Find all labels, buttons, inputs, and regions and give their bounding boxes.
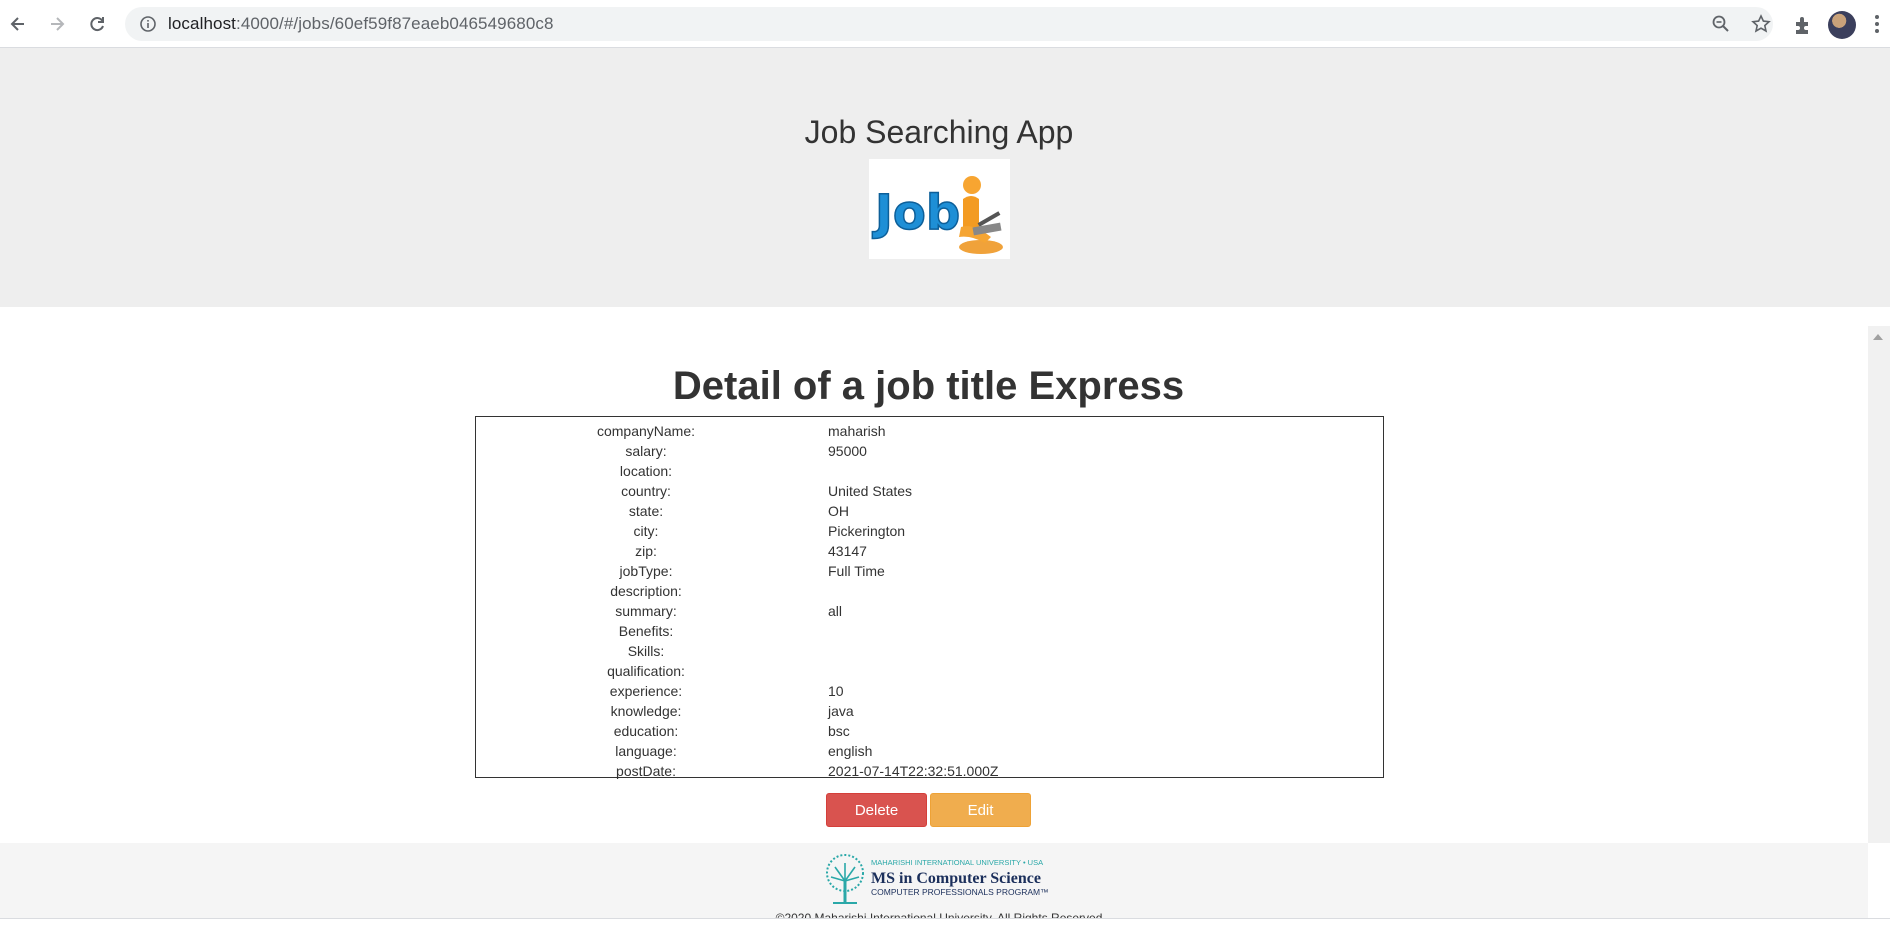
- detail-label: qualification:: [607, 663, 685, 679]
- more-menu-icon[interactable]: [1874, 13, 1880, 35]
- detail-row: experience: 10: [476, 681, 1383, 701]
- page-title: Detail of a job title Express: [672, 364, 1185, 408]
- url-host: localhost: [168, 14, 236, 33]
- detail-row: companyName: maharish: [476, 421, 1383, 441]
- page-scrollbar[interactable]: [1868, 326, 1890, 843]
- detail-label: knowledge:: [610, 703, 682, 719]
- scroll-up-arrow-icon[interactable]: [1873, 334, 1883, 340]
- reload-button[interactable]: [83, 10, 111, 38]
- footer: MAHARISHI INTERNATIONAL UNIVERSITY • USA…: [0, 843, 1868, 928]
- detail-row: state: OH: [476, 501, 1383, 521]
- detail-label: jobType:: [619, 563, 673, 579]
- detail-row: country: United States: [476, 481, 1383, 501]
- detail-label: description:: [610, 583, 682, 599]
- detail-label: Skills:: [627, 643, 665, 659]
- detail-value: maharish: [828, 423, 886, 439]
- detail-value: Full Time: [828, 563, 885, 579]
- detail-label: education:: [613, 723, 679, 739]
- detail-row: location:: [476, 461, 1383, 481]
- detail-label: salary:: [625, 443, 667, 459]
- detail-value: OH: [828, 503, 849, 519]
- reload-icon: [90, 17, 104, 32]
- detail-row: city: Pickerington: [476, 521, 1383, 541]
- bookmark-star-icon[interactable]: [1751, 14, 1771, 34]
- app-title: Job Searching App: [804, 114, 1074, 150]
- forward-button[interactable]: [43, 10, 71, 38]
- detail-row: summary: all: [476, 601, 1383, 621]
- profile-avatar[interactable]: [1828, 11, 1856, 39]
- svg-text:MS in Computer Science: MS in Computer Science: [871, 870, 1041, 887]
- detail-label: country:: [621, 483, 671, 499]
- miu-logo: MAHARISHI INTERNATIONAL UNIVERSITY • USA…: [826, 854, 1049, 904]
- delete-button[interactable]: Delete: [826, 793, 927, 827]
- job-logo-icon: Job: [871, 176, 1003, 254]
- detail-row: salary: 95000: [476, 441, 1383, 461]
- bottom-strip: [0, 918, 1890, 928]
- detail-label: zip:: [635, 543, 657, 559]
- detail-row: education: bsc: [476, 721, 1383, 741]
- detail-row: language: english: [476, 741, 1383, 761]
- zoom-icon[interactable]: [1711, 14, 1731, 34]
- detail-value: 2021-07-14T22:32:51.000Z: [828, 763, 999, 779]
- detail-value: bsc: [828, 723, 850, 739]
- detail-row: description:: [476, 581, 1383, 601]
- browser-toolbar: localhost:4000/#/jobs/60ef59f87eaeb04654…: [0, 0, 1890, 48]
- extensions-puzzle-icon[interactable]: [1792, 14, 1814, 36]
- detail-value: java: [828, 703, 854, 719]
- url-text[interactable]: localhost:4000/#/jobs/60ef59f87eaeb04654…: [168, 14, 554, 34]
- detail-value: 10: [828, 683, 844, 699]
- detail-value: United States: [828, 483, 913, 499]
- detail-row: jobType: Full Time: [476, 561, 1383, 581]
- job-detail-table: companyName: maharish salary: 95000 location…: [475, 416, 1384, 781]
- detail-value: 95000: [828, 443, 867, 459]
- detail-label: summary:: [615, 603, 677, 619]
- detail-value: all: [828, 603, 843, 619]
- detail-label: postDate:: [616, 763, 676, 779]
- detail-value: Pickerington: [828, 523, 906, 539]
- detail-row: Benefits:: [476, 621, 1383, 641]
- url-path: :4000/#/jobs/60ef59f87eaeb046549680c8: [236, 14, 554, 33]
- svg-text:Job: Job: [872, 185, 960, 241]
- detail-value: english: [828, 743, 873, 759]
- job-logo-image: Job: [869, 159, 1010, 259]
- edit-button[interactable]: Edit: [930, 793, 1031, 827]
- detail-row: qualification:: [476, 661, 1383, 681]
- svg-text:MAHARISHI INTERNATIONAL UNIVER: MAHARISHI INTERNATIONAL UNIVERSITY • USA: [871, 858, 1043, 867]
- detail-row: zip: 43147: [476, 541, 1383, 561]
- tree-icon: [826, 854, 864, 904]
- detail-row: Skills:: [476, 641, 1383, 661]
- arrow-left-icon: [10, 17, 24, 31]
- address-bar[interactable]: localhost:4000/#/jobs/60ef59f87eaeb04654…: [125, 7, 1773, 41]
- info-icon[interactable]: [139, 15, 157, 33]
- detail-label: Benefits:: [618, 623, 674, 639]
- arrow-right-icon: [51, 17, 65, 31]
- detail-row: postDate: 2021-07-14T22:32:51.000Z: [476, 761, 1383, 781]
- detail-label: state:: [628, 503, 664, 519]
- detail-value: 43147: [828, 543, 867, 559]
- detail-row: knowledge: java: [476, 701, 1383, 721]
- detail-label: companyName:: [596, 423, 696, 439]
- detail-label: experience:: [609, 683, 683, 699]
- svg-text:COMPUTER PROFESSIONALS PROGRAM: COMPUTER PROFESSIONALS PROGRAM™: [871, 887, 1049, 897]
- detail-label: location:: [619, 463, 673, 479]
- detail-label: city:: [633, 523, 659, 539]
- app-header: Job Searching App Job: [0, 48, 1890, 307]
- back-button[interactable]: [4, 10, 32, 38]
- detail-label: language:: [615, 743, 677, 759]
